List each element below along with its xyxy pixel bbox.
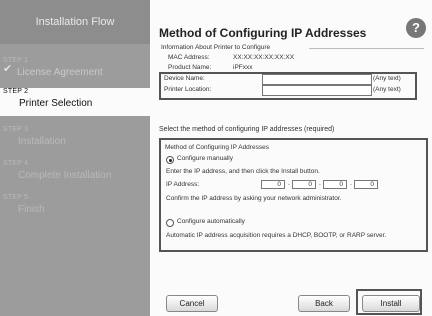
- ip-octet-1-input[interactable]: 0: [261, 180, 285, 189]
- ip-separator: .: [288, 180, 290, 187]
- ip-address-label: IP Address:: [166, 181, 200, 188]
- ip-octet-2-input[interactable]: 0: [292, 180, 316, 189]
- step-number: STEP 5: [3, 194, 29, 201]
- step-finish: STEP 5 Finish: [0, 194, 150, 222]
- step-name: Printer Selection: [19, 98, 93, 109]
- mac-address-label: MAC Address:: [168, 54, 210, 61]
- device-name-hint: (Any text): [373, 75, 401, 82]
- method-group-title: Method of Configuring IP Addresses: [165, 144, 269, 151]
- checkmark-icon: ✔: [3, 63, 13, 75]
- step-installation: STEP 3 Installation: [0, 126, 150, 154]
- printer-info-group-title: Information About Printer to Configure: [161, 44, 271, 51]
- ip-separator: .: [319, 180, 321, 187]
- step-printer-selection: STEP 2 Printer Selection: [0, 88, 150, 116]
- printer-location-input[interactable]: [262, 85, 372, 96]
- step-name: Complete Installation: [18, 170, 112, 181]
- back-button[interactable]: Back: [298, 295, 350, 312]
- device-name-label: Device Name:: [164, 75, 205, 82]
- printer-location-hint: (Any text): [373, 86, 401, 93]
- installation-flow-title: Installation Flow: [0, 0, 150, 44]
- group-divider: [309, 48, 424, 49]
- auto-help-text: Automatic IP address acquisition require…: [166, 232, 387, 239]
- step-complete-installation: STEP 4 Complete Installation: [0, 160, 150, 188]
- product-name-value: iPFxxx: [233, 64, 253, 71]
- configure-automatically-radio[interactable]: [166, 219, 174, 227]
- step-name: License Agreement: [17, 67, 103, 78]
- ip-octet-4-input[interactable]: 0: [354, 180, 378, 189]
- manual-help-text: Enter the IP address, and then click the…: [166, 168, 320, 175]
- main-panel: Method of Configuring IP Addresses ? Inf…: [150, 0, 432, 316]
- page-title: Method of Configuring IP Addresses: [159, 26, 367, 40]
- step-name: Installation: [18, 136, 66, 147]
- configure-manually-label[interactable]: Configure manually: [177, 155, 233, 162]
- mac-address-value: XX:XX:XX:XX:XX:XX: [233, 54, 295, 61]
- configure-manually-radio[interactable]: [166, 156, 174, 164]
- step-name: Finish: [18, 204, 45, 215]
- configure-automatically-label[interactable]: Configure automatically: [177, 218, 245, 225]
- device-name-input[interactable]: [262, 74, 372, 85]
- step-number: STEP 2: [3, 88, 29, 95]
- method-caption: Select the method of configuring IP addr…: [159, 126, 335, 133]
- step-license-agreement: STEP 1 ✔ License Agreement: [0, 57, 150, 87]
- help-icon[interactable]: ?: [406, 18, 426, 38]
- sidebar: Installation Flow STEP 1 ✔ License Agree…: [0, 0, 150, 316]
- step-number: STEP 3: [3, 126, 29, 133]
- printer-location-label: Printer Location:: [164, 86, 212, 93]
- product-name-label: Product Name:: [168, 64, 212, 71]
- confirm-ip-text: Confirm the IP address by asking your ne…: [166, 195, 342, 202]
- install-button[interactable]: Install: [362, 295, 420, 312]
- ip-separator: .: [350, 180, 352, 187]
- method-group: Method of Configuring IP Addresses Confi…: [159, 138, 428, 252]
- step-number: STEP 4: [3, 160, 29, 167]
- cancel-button[interactable]: Cancel: [166, 295, 218, 312]
- ip-octet-3-input[interactable]: 0: [323, 180, 347, 189]
